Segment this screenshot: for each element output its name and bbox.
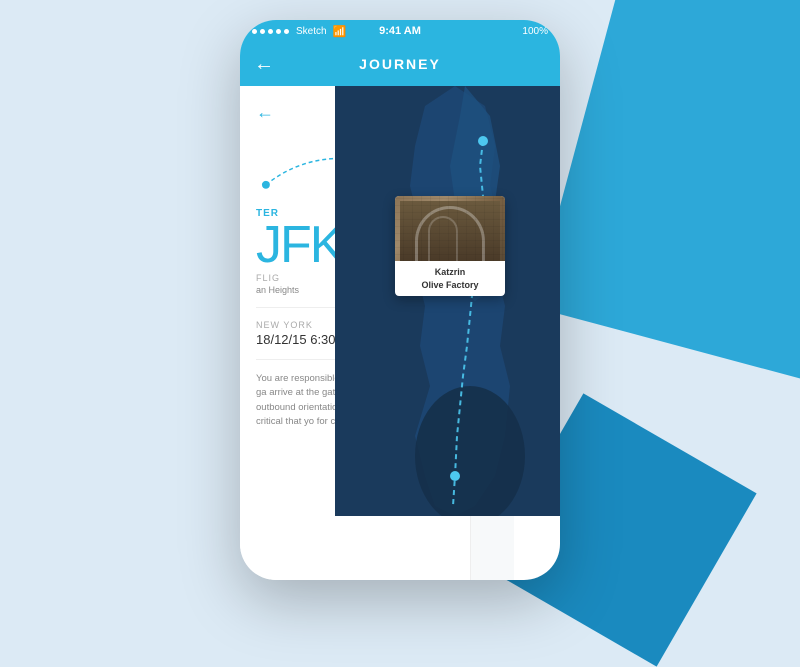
network-name: Sketch xyxy=(296,26,327,37)
popup-line1: Katzrin xyxy=(403,266,497,279)
signal-dot-1 xyxy=(252,29,257,34)
popup-line2: Olive Factory xyxy=(403,279,497,292)
status-right: 100% xyxy=(522,26,548,37)
signal-dot-3 xyxy=(268,29,273,34)
status-time: 9:41 AM xyxy=(379,25,421,37)
nav-bar: ← JOURNEY xyxy=(240,42,560,86)
wifi-icon: 📶 xyxy=(333,25,347,38)
map-overlay: Katzrin Olive Factory xyxy=(335,86,560,516)
popup-image xyxy=(395,196,505,261)
map-svg xyxy=(335,86,560,516)
signal-dot-2 xyxy=(260,29,265,34)
phone-frame: Sketch 📶 9:41 AM 100% ← JOURNEY ← TER JF… xyxy=(240,20,560,580)
nav-title: JOURNEY xyxy=(359,56,441,72)
nav-back-button[interactable]: ← xyxy=(254,53,274,76)
status-bar: Sketch 📶 9:41 AM 100% xyxy=(240,20,560,42)
battery-label: 100% xyxy=(522,26,548,37)
popup-text: Katzrin Olive Factory xyxy=(395,261,505,296)
bg-triangle-right xyxy=(533,0,800,379)
signal-dot-5 xyxy=(284,29,289,34)
location-popup: Katzrin Olive Factory xyxy=(395,196,505,296)
status-left: Sketch 📶 xyxy=(252,25,346,38)
signal-dot-4 xyxy=(276,29,281,34)
